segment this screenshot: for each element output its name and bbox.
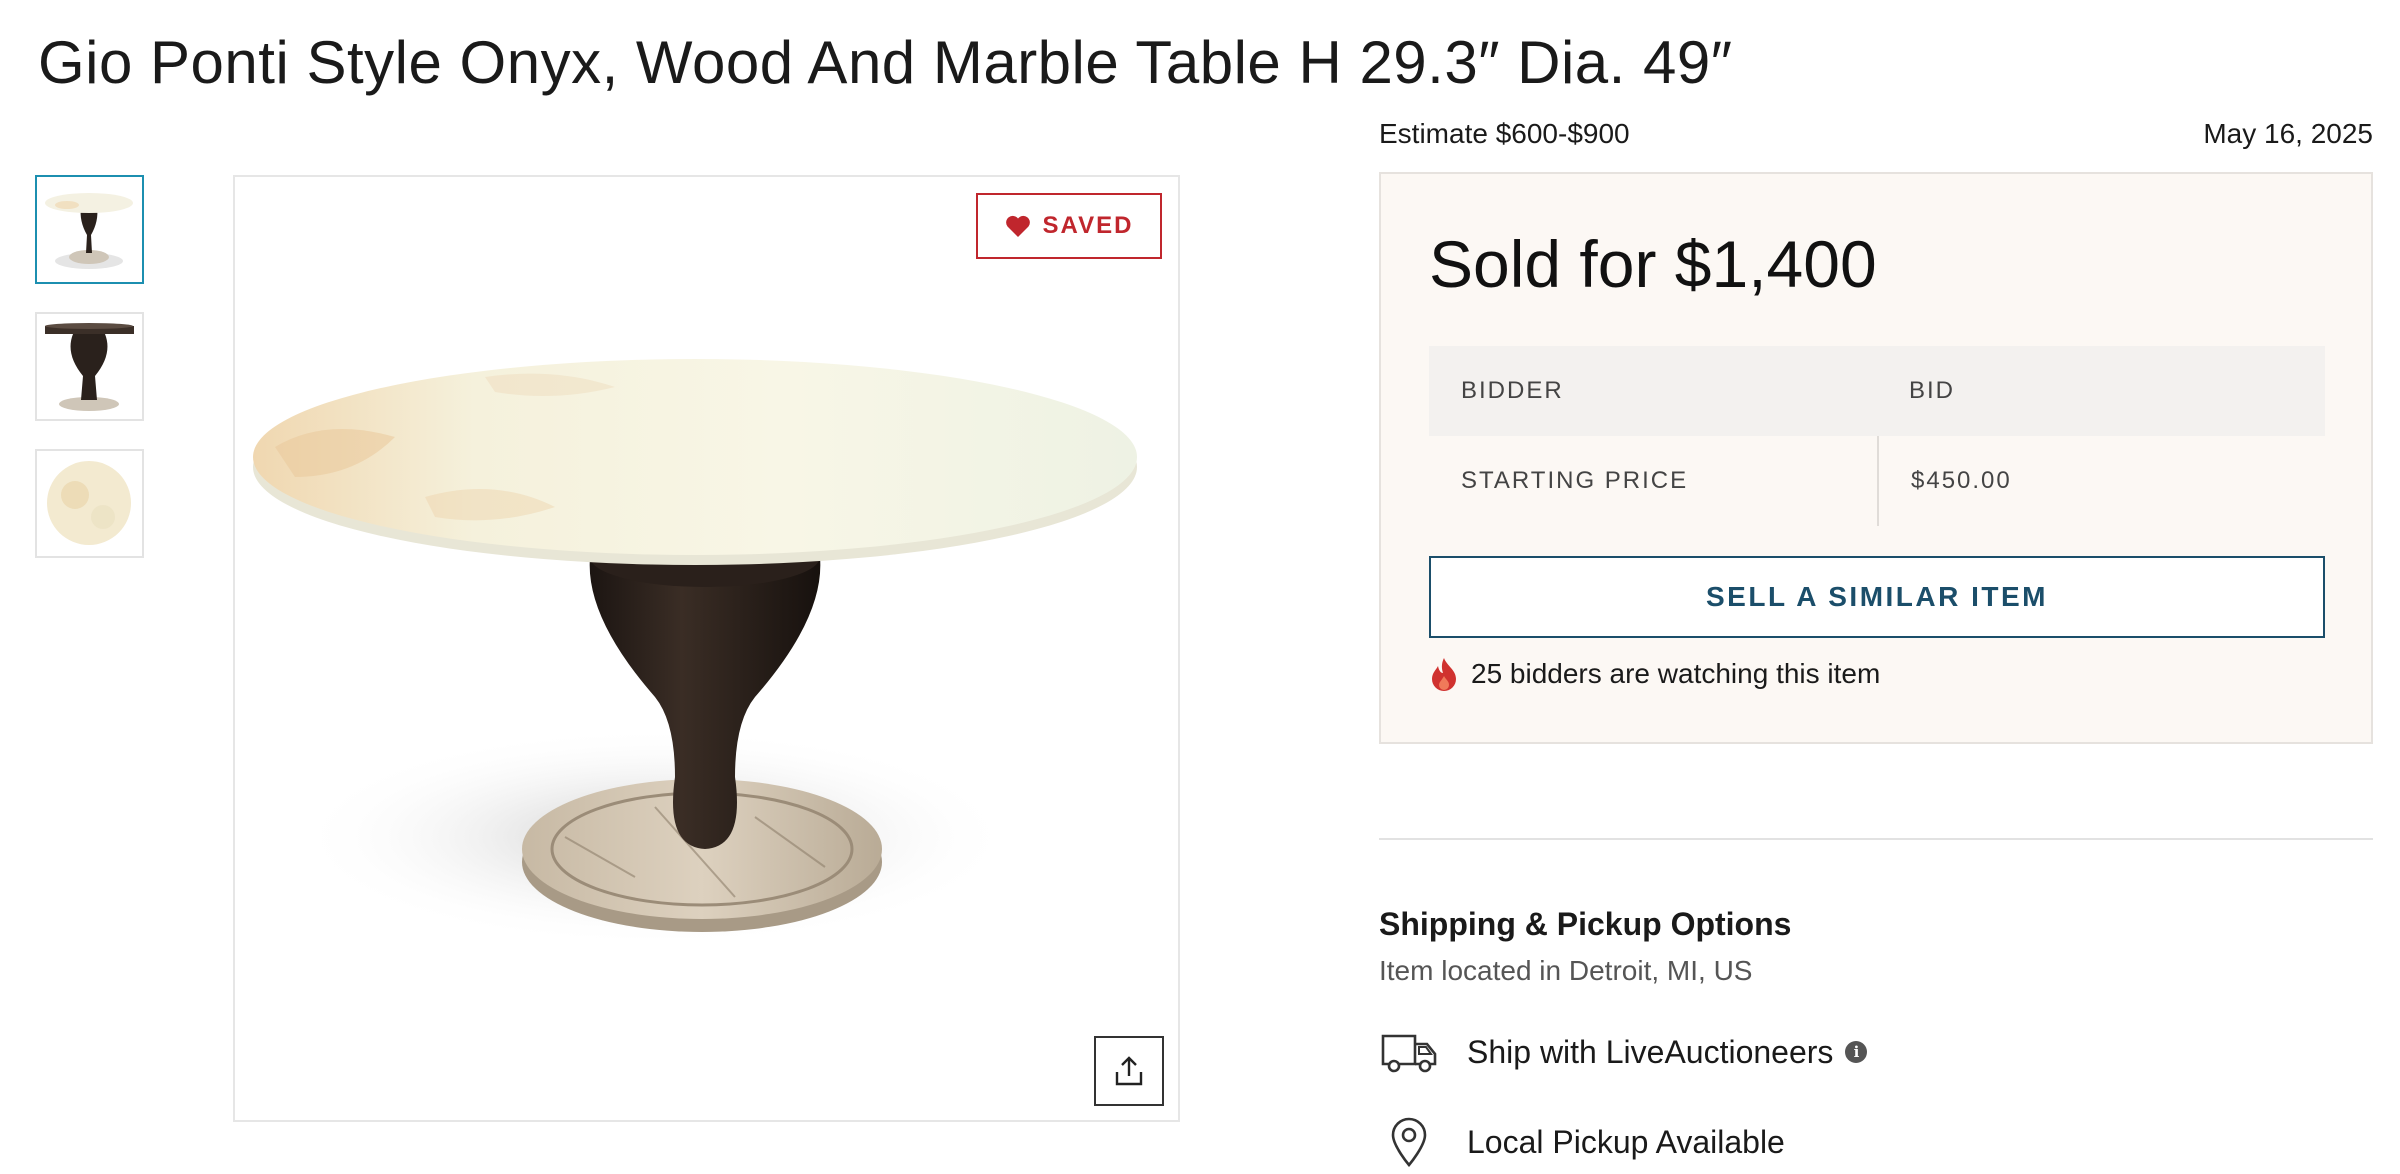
saved-button[interactable]: SAVED (976, 193, 1162, 259)
header-bidder: BIDDER (1461, 377, 1564, 404)
truck-icon (1379, 1022, 1439, 1082)
ship-option[interactable]: Ship with LiveAuctioneers i (1379, 1022, 1868, 1082)
ship-option-label: Ship with LiveAuctioneers (1467, 1033, 1834, 1070)
bid-table-header: BIDDER BID (1429, 346, 2325, 436)
bid-summary-box: Sold for $1,400 BIDDER BID STARTING PRIC… (1379, 172, 2373, 744)
thumbnail-1[interactable] (35, 175, 144, 284)
pickup-option[interactable]: Local Pickup Available (1379, 1112, 1785, 1172)
header-bid: BID (1909, 377, 1956, 404)
bid-table: BIDDER BID STARTING PRICE $450.00 (1429, 346, 2325, 526)
thumbnail-2[interactable] (35, 312, 144, 421)
location-pin-icon (1379, 1112, 1439, 1172)
heart-icon (1005, 215, 1030, 237)
thumbnail-3[interactable] (35, 449, 144, 558)
auction-date: May 16, 2025 (2203, 118, 2373, 149)
row-label: STARTING PRICE (1461, 467, 1689, 494)
item-location: Item located in Detroit, MI, US (1379, 955, 1753, 986)
shipping-title: Shipping & Pickup Options (1379, 906, 1792, 942)
saved-label: SAVED (1042, 212, 1134, 239)
watchers-notice: 25 bidders are watching this item (1429, 656, 1880, 692)
share-button[interactable] (1094, 1036, 1164, 1106)
section-divider (1379, 838, 2373, 840)
main-product-image[interactable]: SAVED (233, 175, 1180, 1122)
sell-similar-item-button[interactable]: SELL A SIMILAR ITEM (1429, 556, 2325, 638)
table-side-thumbnail-image (37, 314, 142, 419)
page-title: Gio Ponti Style Onyx, Wood And Marble Ta… (38, 29, 1733, 96)
onyx-top-thumbnail-image (37, 451, 142, 556)
estimate-text: Estimate $600-$900 (1379, 118, 1630, 149)
thumbnail-list (35, 175, 144, 586)
info-icon[interactable]: i (1845, 1041, 1868, 1063)
watchers-text: 25 bidders are watching this item (1471, 658, 1881, 689)
share-icon (1115, 1056, 1143, 1086)
table-row: STARTING PRICE $450.00 (1429, 436, 2325, 526)
estimate-row: Estimate $600-$900 May 16, 2025 (1379, 118, 2373, 150)
sold-price: Sold for $1,400 (1429, 227, 1877, 301)
row-value: $450.00 (1877, 436, 2325, 526)
flame-icon (1432, 658, 1456, 691)
onyx-table-image (235, 177, 1178, 1120)
table-thumbnail-image (37, 177, 142, 282)
pickup-option-label: Local Pickup Available (1467, 1123, 1785, 1160)
